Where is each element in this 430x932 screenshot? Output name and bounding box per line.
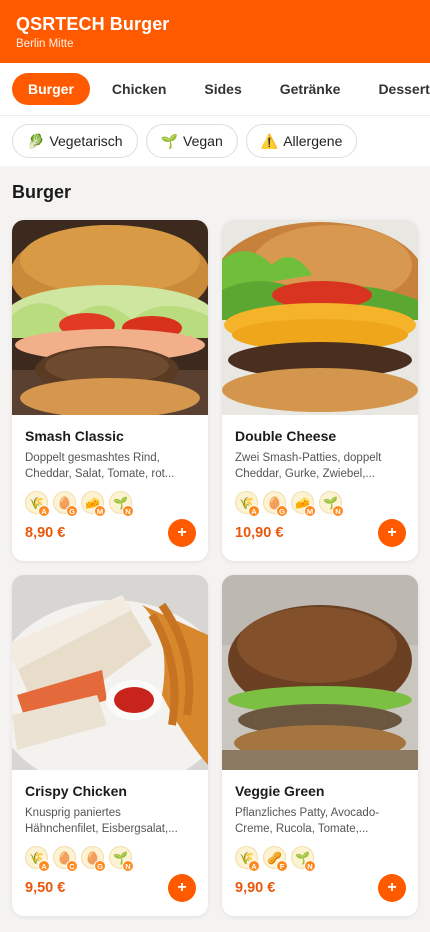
category-tabs: Burger Chicken Sides Getränke Desserts xyxy=(0,63,430,116)
section-title: Burger xyxy=(12,182,72,202)
restaurant-location: Berlin Mitte xyxy=(16,38,74,50)
tab-sides[interactable]: Sides xyxy=(188,73,257,105)
filter-vegan-label: Vegan xyxy=(183,133,223,149)
allergen-code: M xyxy=(94,505,106,517)
egg-icon: 🥚 G xyxy=(263,491,288,517)
wheat-icon: 🌾 A xyxy=(25,491,50,517)
egg-icon: 🥚 G xyxy=(53,491,78,517)
allergen-code: N xyxy=(332,505,344,517)
tab-burger[interactable]: Burger xyxy=(12,73,90,105)
allergen-code: A xyxy=(248,505,260,517)
nut-icon: 🥜 F xyxy=(263,846,288,872)
product-image xyxy=(222,575,418,770)
filter-vegan[interactable]: 🌱 Vegan xyxy=(145,124,238,158)
add-to-cart-button[interactable]: + xyxy=(168,519,196,547)
tab-desserts[interactable]: Desserts xyxy=(362,73,430,105)
allergen-code: N xyxy=(122,505,134,517)
product-grid: Smash Classic Doppelt gesmashtes Rind, C… xyxy=(12,220,418,916)
product-price: 10,90 € xyxy=(235,525,284,541)
allergen-list: 🌾 A 🥚 G 🧀 M 🌱 N xyxy=(235,491,406,517)
filter-bar: 🥬 Vegetarisch 🌱 Vegan ⚠️ Allergene xyxy=(0,116,430,166)
product-image xyxy=(222,220,418,415)
product-description: Knusprig paniertes Hähnchenfilet, Eisber… xyxy=(25,807,178,835)
lettuce-icon: 🥬 xyxy=(27,133,45,149)
allergen-code: N xyxy=(304,860,316,872)
allergen-code: A xyxy=(248,860,260,872)
product-description: Zwei Smash-Patties, doppelt Cheddar, Gur… xyxy=(235,452,382,480)
seedling-icon: 🌱 xyxy=(160,133,179,149)
product-price: 8,90 € xyxy=(25,525,66,541)
sprout-icon: 🌱 N xyxy=(319,491,344,517)
product-card[interactable]: Veggie Green Pflanzliches Patty, Avocado… xyxy=(222,575,418,916)
add-to-cart-button[interactable]: + xyxy=(378,519,406,547)
wheat-icon: 🌾 A xyxy=(235,491,260,517)
product-card[interactable]: Smash Classic Doppelt gesmashtes Rind, C… xyxy=(12,220,208,561)
product-name: Crispy Chicken xyxy=(25,783,127,799)
filter-vegetarian-label: Vegetarisch xyxy=(49,133,123,149)
allergen-code: M xyxy=(304,505,316,517)
wheat-icon: 🌾 A xyxy=(235,846,260,872)
allergen-code: A xyxy=(38,860,50,872)
product-price: 9,90 € xyxy=(235,880,276,896)
product-description: Doppelt gesmashtes Rind, Cheddar, Salat,… xyxy=(25,452,175,480)
egg-icon: 🥚 C xyxy=(53,846,78,872)
product-image xyxy=(12,575,208,770)
filter-vegetarian[interactable]: 🥬 Vegetarisch xyxy=(12,124,138,158)
egg-icon: 🥚 G xyxy=(81,846,106,872)
allergen-code: G xyxy=(276,505,288,517)
allergen-code: G xyxy=(66,505,78,517)
allergen-code: G xyxy=(94,860,106,872)
allergen-list: 🌾 A 🥚 C 🥚 G 🌱 N xyxy=(25,846,196,872)
tab-chicken[interactable]: Chicken xyxy=(96,73,182,105)
allergen-code: A xyxy=(38,505,50,517)
allergen-code: F xyxy=(276,860,288,872)
sprout-icon: 🌱 N xyxy=(109,491,134,517)
add-to-cart-button[interactable]: + xyxy=(168,874,196,902)
product-name: Double Cheese xyxy=(235,428,337,444)
product-card[interactable]: Crispy Chicken Knusprig paniertes Hähnch… xyxy=(12,575,208,916)
filter-allergens[interactable]: ⚠️ Allergene xyxy=(245,124,358,158)
allergen-code: N xyxy=(122,860,134,872)
sprout-icon: 🌱 N xyxy=(291,846,316,872)
product-name: Veggie Green xyxy=(235,783,325,799)
add-to-cart-button[interactable]: + xyxy=(378,874,406,902)
sprout-icon: 🌱 N xyxy=(109,846,134,872)
allergen-list: 🌾 A 🥜 F 🌱 N xyxy=(235,846,406,872)
product-description: Pflanzliches Patty, Avocado-Creme, Rucol… xyxy=(235,807,380,835)
app-header: QSRTECH Burger Berlin Mitte xyxy=(0,0,430,63)
cheese-icon: 🧀 M xyxy=(291,491,316,517)
product-price: 9,50 € xyxy=(25,880,66,896)
filter-allergens-label: Allergene xyxy=(283,133,343,149)
restaurant-name: QSRTECH Burger xyxy=(16,14,170,34)
warning-icon: ⚠️ xyxy=(260,133,279,149)
cheese-icon: 🧀 M xyxy=(81,491,106,517)
product-card[interactable]: Double Cheese Zwei Smash-Patties, doppel… xyxy=(222,220,418,561)
product-image xyxy=(12,220,208,415)
allergen-code: C xyxy=(66,860,78,872)
tab-getraenke[interactable]: Getränke xyxy=(264,73,357,105)
allergen-list: 🌾 A 🥚 G 🧀 M 🌱 N xyxy=(25,491,196,517)
product-name: Smash Classic xyxy=(25,428,124,444)
wheat-icon: 🌾 A xyxy=(25,846,50,872)
